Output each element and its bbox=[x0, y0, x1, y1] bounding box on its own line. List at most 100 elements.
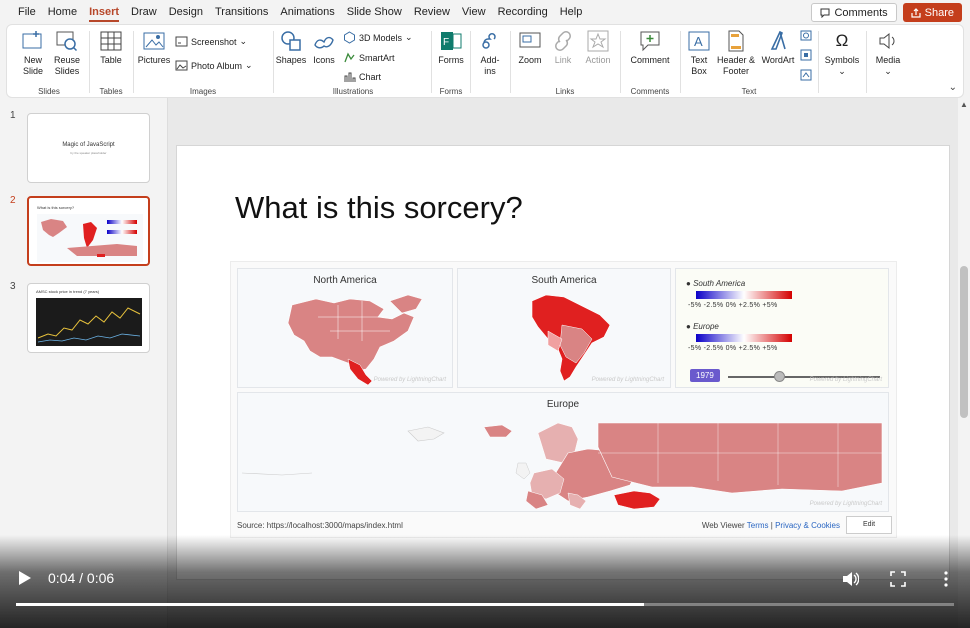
tab-transitions[interactable]: Transitions bbox=[209, 0, 274, 24]
group-links: Zoom Link Action Links bbox=[512, 25, 618, 99]
scroll-thumb[interactable] bbox=[960, 266, 968, 418]
north-america-map[interactable]: North America Powered by LightningChart bbox=[237, 268, 453, 388]
tab-recording[interactable]: Recording bbox=[492, 0, 554, 24]
legend-item-south-america: ● South America bbox=[686, 279, 746, 288]
chart-icon bbox=[344, 72, 356, 82]
comment-label: Comment bbox=[630, 55, 670, 65]
forms-button[interactable]: F Forms bbox=[435, 29, 467, 66]
media-button[interactable]: Media ⌄ bbox=[872, 29, 904, 77]
scroll-up-icon[interactable]: ▲ bbox=[960, 100, 968, 109]
link-icon bbox=[555, 31, 571, 51]
share-label: Share bbox=[924, 6, 954, 19]
year-badge: 1979 bbox=[690, 369, 720, 382]
slide-title[interactable]: What is this sorcery? bbox=[235, 190, 523, 226]
fullscreen-icon[interactable] bbox=[889, 570, 907, 588]
date-time-icon[interactable] bbox=[800, 29, 812, 41]
europe-map[interactable]: Europe Powered by LightningChart bbox=[237, 392, 889, 512]
legend-item-europe: ● Europe bbox=[686, 322, 719, 331]
collapse-ribbon-icon[interactable]: ⌄ bbox=[949, 82, 957, 93]
video-progress-bar[interactable] bbox=[16, 603, 954, 606]
map-title-south-america: South America bbox=[531, 275, 597, 286]
tab-slide-show[interactable]: Slide Show bbox=[341, 0, 408, 24]
wordart-label: WordArt bbox=[761, 55, 795, 65]
header-footer-icon bbox=[728, 30, 744, 52]
tab-design[interactable]: Design bbox=[163, 0, 209, 24]
svg-text:F: F bbox=[443, 37, 449, 48]
edit-button[interactable]: Edit bbox=[846, 516, 892, 534]
thumb-subtitle: by the speaker placeholder bbox=[70, 151, 107, 155]
slide-thumbnail-2[interactable]: What is this sorcery? bbox=[27, 196, 150, 266]
tab-animations[interactable]: Animations bbox=[274, 0, 340, 24]
reuse-slides-button[interactable]: Reuse Slides bbox=[51, 29, 83, 77]
volume-icon[interactable] bbox=[841, 570, 859, 588]
tab-view[interactable]: View bbox=[456, 0, 492, 24]
symbols-button[interactable]: Ω Symbols ⌄ bbox=[822, 29, 862, 77]
tab-help[interactable]: Help bbox=[554, 0, 589, 24]
play-icon[interactable] bbox=[18, 570, 32, 586]
slide-number-icon[interactable] bbox=[800, 49, 812, 61]
photo-album-button[interactable]: Photo Album ⌄ bbox=[175, 59, 253, 72]
comment-button[interactable]: Comment bbox=[628, 29, 672, 66]
group-tables: Table Tables bbox=[91, 25, 131, 99]
header-footer-button[interactable]: Header & Footer bbox=[716, 29, 756, 77]
action-button[interactable]: Action bbox=[582, 29, 614, 66]
smartart-button[interactable]: SmartArt bbox=[343, 51, 395, 64]
photo-album-icon bbox=[175, 60, 188, 71]
text-box-button[interactable]: A Text Box bbox=[684, 29, 714, 77]
south-america-shape bbox=[531, 294, 611, 382]
south-america-map[interactable]: South America Powered by LightningChart bbox=[457, 268, 671, 388]
source-text: Source: https://localhost:3000/maps/inde… bbox=[237, 521, 403, 530]
shapes-button[interactable]: Shapes bbox=[275, 29, 307, 66]
shapes-label: Shapes bbox=[275, 55, 307, 65]
tab-draw[interactable]: Draw bbox=[125, 0, 163, 24]
tab-review[interactable]: Review bbox=[408, 0, 456, 24]
group-label-tables: Tables bbox=[99, 87, 123, 96]
comments-button[interactable]: Comments bbox=[811, 3, 897, 22]
pictures-button[interactable]: Pictures bbox=[137, 29, 171, 66]
privacy-link[interactable]: Privacy & Cookies bbox=[775, 521, 840, 530]
new-slide-button[interactable]: New Slide bbox=[17, 29, 49, 77]
header-footer-label: Header & Footer bbox=[716, 55, 756, 76]
separator bbox=[273, 31, 274, 93]
separator bbox=[133, 31, 134, 93]
wordart-button[interactable]: WordArt bbox=[760, 29, 796, 66]
object-icon[interactable] bbox=[800, 69, 812, 81]
screenshot-button[interactable]: Screenshot ⌄ bbox=[175, 35, 247, 48]
text-box-label: Text Box bbox=[690, 55, 708, 76]
vertical-scrollbar[interactable]: ▲ bbox=[958, 98, 970, 588]
new-slide-label: New Slide bbox=[22, 55, 43, 76]
group-label-comments: Comments bbox=[630, 87, 670, 96]
link-label: Link bbox=[554, 55, 572, 65]
icons-button[interactable]: Icons bbox=[309, 29, 339, 66]
web-viewer-embed[interactable]: North America Powered by LightningChart … bbox=[230, 261, 897, 538]
year-slider-handle[interactable] bbox=[774, 371, 785, 382]
slide-thumbnail-3[interactable]: AMSC stock price in trend (7 years) bbox=[27, 283, 150, 353]
map-title-north-america: North America bbox=[313, 275, 377, 286]
separator bbox=[620, 31, 621, 93]
3d-models-button[interactable]: 3D Models ⌄ bbox=[343, 31, 413, 44]
addins-button[interactable]: Add-ins bbox=[476, 29, 504, 77]
tab-home[interactable]: Home bbox=[42, 0, 83, 24]
group-illustrations: Shapes Icons 3D Models ⌄ SmartArt Chart … bbox=[275, 25, 431, 99]
share-icon bbox=[911, 7, 921, 18]
slide-thumbnail-1[interactable]: Magic of JavaScript by the speaker place… bbox=[27, 113, 150, 183]
chart-button[interactable]: Chart bbox=[343, 70, 381, 83]
legend-gradient-europe bbox=[696, 334, 792, 342]
terms-link[interactable]: Terms bbox=[747, 521, 769, 530]
separator bbox=[680, 31, 681, 93]
forms-label: Forms bbox=[438, 55, 464, 65]
group-symbols: Ω Symbols ⌄ bbox=[820, 25, 864, 99]
tab-file[interactable]: File bbox=[12, 0, 42, 24]
more-options-icon[interactable] bbox=[937, 570, 955, 588]
time-display: 0:04 / 0:06 bbox=[48, 570, 115, 586]
table-button[interactable]: Table bbox=[95, 29, 127, 66]
separator bbox=[470, 31, 471, 93]
link-button[interactable]: Link bbox=[548, 29, 578, 66]
share-button[interactable]: Share bbox=[902, 3, 962, 22]
tab-insert[interactable]: Insert bbox=[83, 0, 125, 24]
current-slide[interactable]: What is this sorcery? North America Powe… bbox=[176, 145, 950, 580]
group-comments: Comment Comments bbox=[622, 25, 678, 99]
omega-icon: Ω bbox=[835, 31, 849, 50]
thumb-stock-chart-preview bbox=[36, 298, 142, 346]
zoom-button[interactable]: Zoom bbox=[514, 29, 546, 66]
